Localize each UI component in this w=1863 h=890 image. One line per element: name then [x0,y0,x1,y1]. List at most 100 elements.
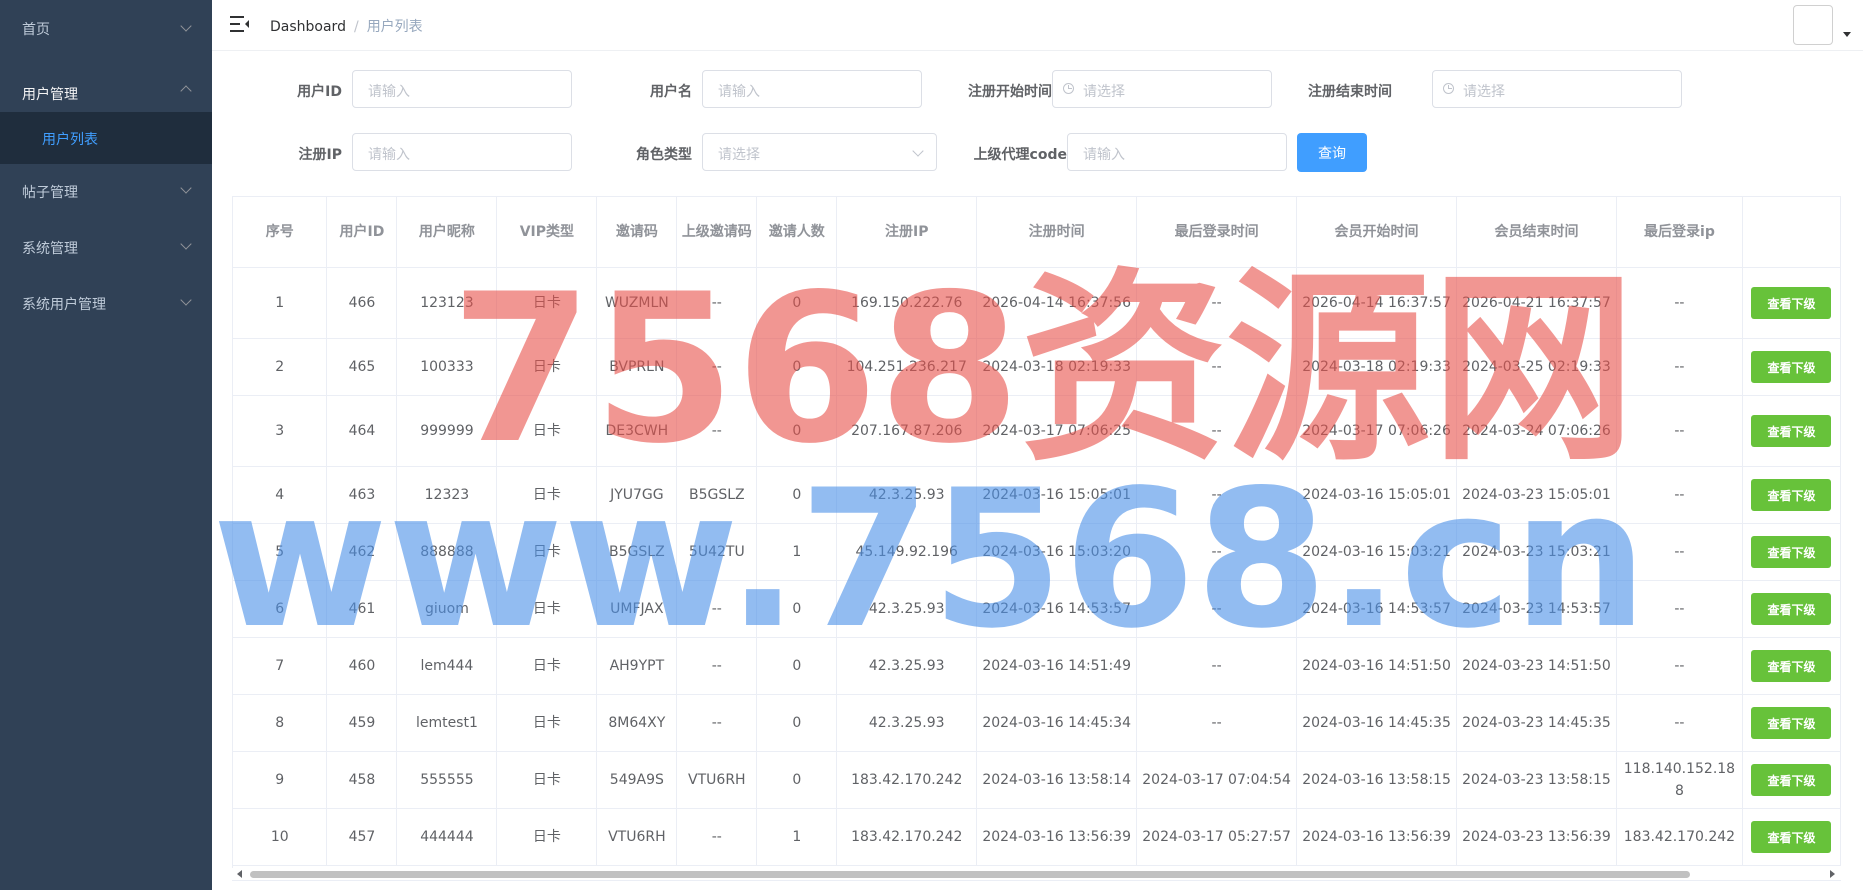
view-subordinates-button[interactable]: 查看下级 [1751,351,1832,383]
table-cell: 日卡 [496,267,598,339]
table-cell: 888888 [396,523,498,581]
table-cell: 8 [233,694,328,752]
table-row: 5 462 888888 日卡 B5GSLZ 5U42TU 1 45.149.92.196 20… [233,523,1841,581]
table-cell: 2024-03-17 05:27:57 [1136,808,1298,866]
table-cell: -- [1616,523,1743,581]
table-cell: 463 [326,466,398,524]
action-cell: 查看下级 [1742,751,1841,809]
column-header [1742,197,1841,268]
placeholder: 请选择 [1083,84,1125,100]
table-cell: 459 [326,694,398,752]
table-cell: 2024-03-23 15:05:01 [1456,466,1617,524]
table-cell: AH9YPT [596,637,678,695]
table-cell: VTU6RH [676,751,758,809]
horizontal-scrollbar[interactable] [232,868,1840,880]
parent-code-input[interactable]: 请输入 [1067,133,1287,171]
sidebar-item-system-management[interactable]: 系统管理 [0,220,212,276]
sidebar-item-user-list[interactable]: 用户列表 [0,112,212,164]
table-cell: 2024-03-16 13:58:15 [1296,751,1458,809]
table-cell: 460 [326,637,398,695]
table-cell: 2024-03-16 14:53:57 [976,580,1138,638]
table-cell: 183.42.170.242 [836,808,978,866]
table-cell: -- [1136,637,1298,695]
sidebar-item-system-user-management[interactable]: 系统用户管理 [0,276,212,332]
sidebar-item-label: 用户列表 [42,132,98,148]
user-id-input[interactable]: 请输入 [352,70,572,108]
breadcrumb-current: 用户列表 [366,19,423,35]
scroll-right-icon[interactable] [1830,870,1835,878]
table-cell: 461 [326,580,398,638]
action-cell: 查看下级 [1742,267,1841,339]
scroll-left-icon[interactable] [237,870,242,878]
table-cell: 2024-03-18 02:19:33 [1296,338,1458,396]
username-input[interactable]: 请输入 [702,70,922,108]
table-cell: 2024-03-24 07:06:26 [1456,395,1617,467]
action-cell: 查看下级 [1742,808,1841,866]
view-subordinates-button[interactable]: 查看下级 [1751,707,1832,739]
table-cell: 日卡 [496,466,598,524]
table-cell: 2024-03-16 13:56:39 [976,808,1138,866]
table-cell: 1 [756,523,838,581]
sidebar-item-home[interactable]: 首页 [0,0,212,56]
table-cell: 2 [233,338,328,396]
table-cell: -- [676,694,758,752]
view-subordinates-button[interactable]: 查看下级 [1751,415,1832,447]
table-cell: 日卡 [496,808,598,866]
parent-code-label: 上级代理code [973,147,1067,163]
table-cell: -- [1616,267,1743,339]
view-subordinates-button[interactable]: 查看下级 [1751,593,1832,625]
view-subordinates-button[interactable]: 查看下级 [1751,764,1832,796]
hamburger-icon[interactable] [230,15,250,33]
chevron-down-icon [912,145,924,157]
sidebar-item-user-management[interactable]: 用户管理 [0,56,212,112]
scrollbar-thumb[interactable] [250,871,1690,878]
view-subordinates-button[interactable]: 查看下级 [1751,287,1832,319]
table-row: 2 465 100333 日卡 BVPRLN -- 0 104.251.236.217 2024… [233,338,1841,396]
table-cell: VTU6RH [596,808,678,866]
view-subordinates-button[interactable]: 查看下级 [1751,479,1832,511]
table-cell: 2024-03-16 14:53:57 [1296,580,1458,638]
table-cell: 0 [756,338,838,396]
table-cell: -- [1616,580,1743,638]
column-header: VIP类型 [496,197,598,268]
table-row: 1 466 123123 日卡 WUZMLN -- 0 169.150.222.76 2026-… [233,267,1841,339]
action-cell: 查看下级 [1742,580,1841,638]
column-header: 最后登录ip [1616,197,1743,268]
table-cell: 104.251.236.217 [836,338,978,396]
caret-down-icon[interactable] [1843,32,1851,37]
table-cell: 日卡 [496,751,598,809]
table-cell: -- [1136,338,1298,396]
reg-ip-input[interactable]: 请输入 [352,133,572,171]
column-header: 上级邀请码 [676,197,758,268]
role-type-label: 角色类型 [636,147,692,163]
table-cell: 2024-03-17 07:06:26 [1296,395,1458,467]
sidebar-item-label: 系统用户管理 [22,297,106,313]
reg-start-datepicker[interactable]: 请选择 [1052,70,1272,108]
username-label: 用户名 [650,84,692,100]
table-cell: 2024-03-23 14:45:35 [1456,694,1617,752]
table-cell: JYU7GG [596,466,678,524]
reg-end-datepicker[interactable]: 请选择 [1432,70,1682,108]
column-header: 会员结束时间 [1456,197,1617,268]
clock-icon [1063,83,1074,94]
role-type-select[interactable]: 请选择 [702,133,937,171]
table-cell: 2024-03-23 14:51:50 [1456,637,1617,695]
avatar[interactable] [1793,5,1833,45]
view-subordinates-button[interactable]: 查看下级 [1751,821,1832,853]
breadcrumb-dashboard[interactable]: Dashboard [270,19,346,35]
table-cell: 2024-03-16 15:05:01 [976,466,1138,524]
view-subordinates-button[interactable]: 查看下级 [1751,650,1832,682]
reg-end-label: 注册结束时间 [1308,84,1392,100]
table-cell: 2024-03-17 07:04:54 [1136,751,1298,809]
sidebar-item-post-management[interactable]: 帖子管理 [0,164,212,220]
table-cell: 2024-03-16 14:51:50 [1296,637,1458,695]
table-cell: -- [676,580,758,638]
column-header: 注册IP [836,197,978,268]
table-cell: -- [1136,580,1298,638]
table-cell: -- [1616,466,1743,524]
table-cell: 0 [756,395,838,467]
view-subordinates-button[interactable]: 查看下级 [1751,536,1832,568]
table-cell: 3 [233,395,328,467]
query-button[interactable]: 查询 [1297,133,1367,172]
sidebar-item-label: 用户管理 [22,87,78,103]
